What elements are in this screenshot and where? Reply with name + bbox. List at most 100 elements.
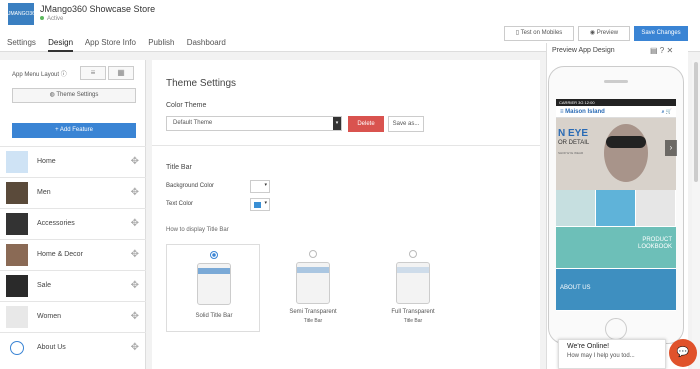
option-sublabel: Title Bar <box>403 318 423 324</box>
delete-theme-button[interactable]: Delete <box>348 116 384 132</box>
sidebar-item-women[interactable]: Women ✥ <box>0 301 146 332</box>
title-bar-indicator <box>297 267 329 273</box>
color-theme-value: Default Theme <box>173 120 213 126</box>
preview-button[interactable]: ◉ Preview <box>578 26 630 41</box>
info-icon: ⓘ <box>60 72 67 78</box>
sidebar-item-label: Women <box>37 313 61 320</box>
radio-button[interactable] <box>309 250 317 258</box>
scrollbar[interactable] <box>692 60 700 369</box>
chat-bubble-icon[interactable]: 💬 <box>669 339 697 367</box>
theme-settings-button[interactable]: ◍ Theme Settings <box>12 88 136 103</box>
drag-handle-icon[interactable]: ✥ <box>131 156 139 167</box>
model-image <box>604 124 648 182</box>
store-name: JMango360 Showcase Store <box>40 4 156 14</box>
text-color-picker[interactable]: ▾ <box>250 198 270 211</box>
sidebar-item-sale[interactable]: Sale ✥ <box>0 270 146 301</box>
status-dot-icon <box>40 16 44 21</box>
background-color-picker[interactable]: ▾ <box>250 180 270 193</box>
drag-handle-icon[interactable]: ✥ <box>131 187 139 198</box>
title-bar-indicator <box>198 268 230 274</box>
chevron-down-icon: ▾ <box>333 117 341 130</box>
category-tile <box>556 190 596 226</box>
category-tile <box>596 190 636 226</box>
preview-label: Preview <box>596 30 619 36</box>
sidebar-item-label: Home & Decor <box>37 251 83 258</box>
title-bar-option-semi[interactable]: Semi Transparent Title Bar <box>266 244 360 332</box>
about-us-text: ABOUT US <box>560 285 591 291</box>
sunglasses-image <box>606 136 646 148</box>
home-decor-thumbnail <box>6 244 28 266</box>
drag-handle-icon[interactable]: ✥ <box>131 218 139 229</box>
radio-button[interactable] <box>210 251 218 259</box>
panel-title: Theme Settings <box>166 78 237 89</box>
save-changes-button[interactable]: Save Changes <box>634 26 688 41</box>
grid-layout-button[interactable]: ▦ <box>108 66 134 80</box>
sidebar-item-label: Men <box>37 189 51 196</box>
close-icon[interactable]: ✕ <box>666 46 673 55</box>
hero-banner: N EYE OR DETAIL SHOP EYE WEAR <box>556 118 676 190</box>
drag-handle-icon[interactable]: ✥ <box>131 249 139 260</box>
sidebar-item-home[interactable]: Home ✥ <box>0 146 146 177</box>
main-tabs: Settings Design App Store Info Publish D… <box>7 38 236 52</box>
title-bar-indicator <box>397 267 429 273</box>
category-strip <box>556 190 676 226</box>
test-on-mobiles-label: Test on Mobiles <box>520 30 563 36</box>
store-logo: JMANGO360 <box>8 3 38 25</box>
eye-icon: ◉ <box>589 30 597 36</box>
preview-title: Preview App Design <box>552 47 615 54</box>
cart-search-icons: ⌕ 🛒 <box>661 109 672 115</box>
title-bar-heading: Title Bar <box>166 164 192 171</box>
title-bar-option-full[interactable]: Full Transparent Title Bar <box>366 244 460 332</box>
phone-home-button <box>605 318 627 340</box>
app-menu-layout-text: App Menu Layout <box>12 72 60 78</box>
list-layout-button[interactable]: ≡ <box>80 66 106 80</box>
chevron-right-icon[interactable]: › <box>665 140 677 156</box>
sidebar-item-home-decor[interactable]: Home & Decor ✥ <box>0 239 146 270</box>
sidebar-item-label: About Us <box>37 344 66 351</box>
lookbook-banner: PRODUCT LOOKBOOK <box>556 226 676 268</box>
help-icon[interactable]: ? <box>660 46 664 55</box>
men-thumbnail <box>6 182 28 204</box>
store-status-text: Active <box>47 16 64 22</box>
drag-handle-icon[interactable]: ✥ <box>131 342 139 353</box>
sidebar-item-accessories[interactable]: Accessories ✥ <box>0 208 146 239</box>
drag-handle-icon[interactable]: ✥ <box>131 311 139 322</box>
test-on-mobiles-button[interactable]: ▯ Test on Mobiles <box>504 26 574 41</box>
sidebar-item-label: Home <box>37 158 56 165</box>
tab-dashboard[interactable]: Dashboard <box>187 38 226 47</box>
scrollbar-thumb[interactable] <box>694 62 698 182</box>
chat-widget[interactable]: We're Online! How may I help you tod... <box>558 339 666 369</box>
hero-subheadline: OR DETAIL <box>558 140 590 146</box>
accessories-thumbnail <box>6 213 28 235</box>
title-bar-option-solid[interactable]: Solid Title Bar <box>166 244 260 332</box>
radio-button[interactable] <box>409 250 417 258</box>
women-thumbnail <box>6 306 28 328</box>
chevron-down-icon: ▾ <box>264 200 267 206</box>
drag-handle-icon[interactable]: ✥ <box>131 280 139 291</box>
save-as-button[interactable]: Save as... <box>388 116 424 132</box>
status-bar: CARRIER 3G 12:00 <box>556 99 676 106</box>
list-icon: ≡ <box>90 68 96 77</box>
phone-preview-icon <box>197 263 231 305</box>
sale-thumbnail <box>6 275 28 297</box>
option-label: Full Transparent <box>391 309 435 315</box>
copy-icon[interactable]: ▤ <box>650 46 658 55</box>
color-theme-label: Color Theme <box>166 102 207 109</box>
add-feature-button[interactable]: + Add Feature <box>12 123 136 138</box>
info-circle-icon <box>10 341 24 355</box>
category-tile <box>636 190 676 226</box>
tab-settings[interactable]: Settings <box>7 38 36 47</box>
phone-preview-icon <box>396 262 430 304</box>
option-label: Semi Transparent <box>289 309 337 315</box>
tab-design[interactable]: Design <box>48 38 74 52</box>
color-theme-select[interactable]: Default Theme ▾ <box>166 116 342 131</box>
tab-publish[interactable]: Publish <box>148 38 174 47</box>
sidebar-item-men[interactable]: Men ✥ <box>0 177 146 208</box>
about-us-banner: ABOUT US <box>556 268 676 310</box>
sidebar-item-about-us[interactable]: About Us ✥ <box>0 332 146 363</box>
phone-screen: CARRIER 3G 12:00 ≡ Maison Island ⌕ 🛒 N EY… <box>556 99 676 311</box>
preview-controls: ▤ ? ✕ <box>650 46 673 55</box>
sidebar-item-label: Sale <box>37 282 52 289</box>
grid-icon: ▦ <box>117 68 125 77</box>
tab-app-store-info[interactable]: App Store Info <box>85 38 136 47</box>
